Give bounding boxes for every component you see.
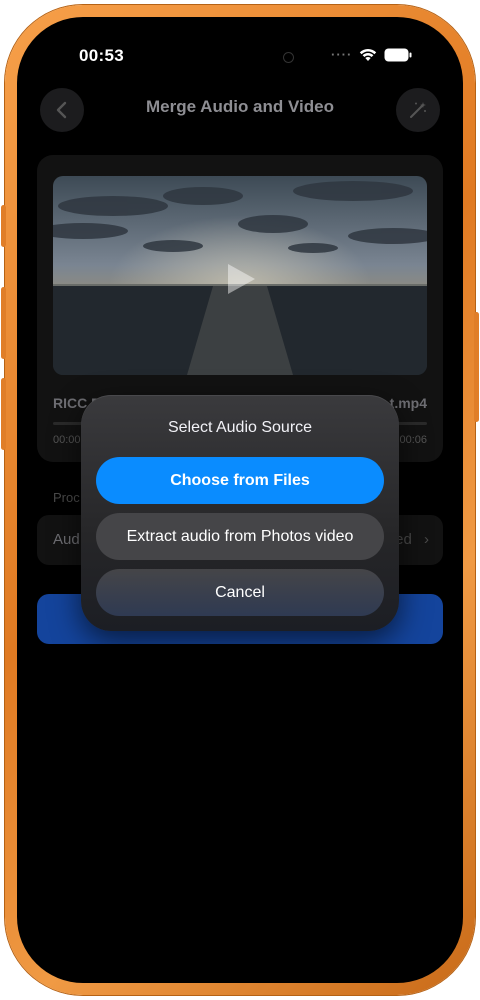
dialog-title: Select Audio Source xyxy=(167,419,313,436)
status-icons: ···· xyxy=(331,47,412,62)
battery-icon xyxy=(384,48,412,61)
chevron-right-icon: › xyxy=(424,531,429,548)
cancel-button[interactable]: Cancel xyxy=(96,569,384,616)
magic-button[interactable] xyxy=(396,88,440,132)
file-name-end: t.mp4 xyxy=(389,395,427,411)
screen: 00:53 ···· Merge Audio and Video RICC P … xyxy=(17,17,463,983)
audio-row-value: ed › xyxy=(395,531,429,548)
mute-switch xyxy=(1,205,6,247)
extract-from-photos-button[interactable]: Extract audio from Photos video xyxy=(96,513,384,560)
section-label: Proc xyxy=(53,490,80,505)
volume-up-button xyxy=(1,287,6,359)
time-end: 00:06 xyxy=(399,434,427,446)
audio-row-label: Aud xyxy=(53,531,80,548)
audio-source-dialog: Select Audio Source Choose from Files Ex… xyxy=(81,395,399,631)
power-button xyxy=(474,312,479,422)
camera-indicator xyxy=(283,52,294,63)
wifi-icon xyxy=(360,48,377,61)
time-start: 00:00 xyxy=(53,434,81,446)
magic-wand-icon xyxy=(410,102,426,118)
signal-icon: ···· xyxy=(331,47,353,62)
status-time: 00:53 xyxy=(79,46,124,65)
video-thumbnail[interactable] xyxy=(53,176,427,375)
volume-down-button xyxy=(1,378,6,450)
choose-from-files-button[interactable]: Choose from Files xyxy=(96,457,384,504)
